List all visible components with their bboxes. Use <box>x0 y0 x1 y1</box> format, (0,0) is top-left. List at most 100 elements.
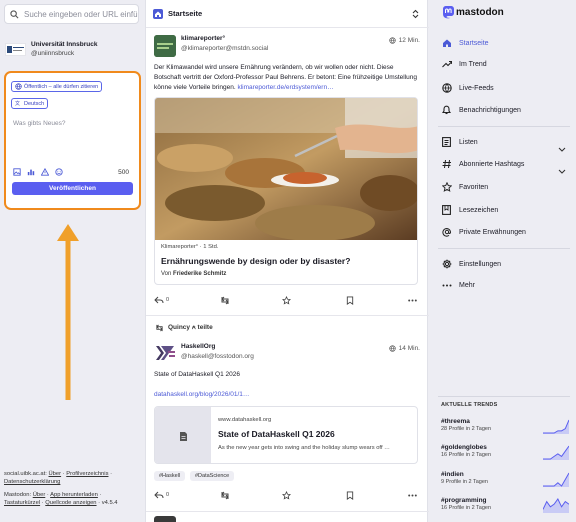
trending-icon <box>442 60 453 68</box>
card-thumbnail <box>155 407 211 463</box>
avatar[interactable] <box>154 35 176 57</box>
at-icon <box>442 227 453 237</box>
nav-favourites[interactable]: Favoriten <box>442 182 488 192</box>
display-name[interactable]: HaskellOrg <box>181 343 215 350</box>
trend-sparkline <box>543 445 569 460</box>
reply-button[interactable]: 0 <box>154 296 169 304</box>
post-actions: 0 <box>154 489 418 501</box>
warning-icon[interactable] <box>41 168 49 176</box>
footer-apps-link[interactable]: App herunterladen <box>50 492 98 498</box>
chevron-down-icon[interactable] <box>558 139 566 157</box>
boost-icon <box>156 324 163 332</box>
trend-item[interactable]: #threema 28 Profile in 2 Tagen <box>441 418 569 434</box>
language-selector[interactable]: 文 Deutsch <box>11 98 49 109</box>
visibility-selector[interactable]: Öffentlich – alle dürfen zitieren <box>11 81 103 92</box>
search-input[interactable]: Suche eingeben oder URL einfü <box>24 10 138 19</box>
mastodon-logo[interactable]: mastodon <box>442 5 504 19</box>
footer-about-link[interactable]: Über <box>49 471 62 477</box>
display-name[interactable]: klimareporter° <box>181 35 225 42</box>
nav-live-feeds[interactable]: Live-Feeds <box>442 83 494 93</box>
footer-version: v4.5.4 <box>101 500 118 506</box>
boosted-by[interactable]: Quincy ⍲ teilte <box>155 324 213 332</box>
avatar[interactable] <box>154 342 176 364</box>
footer-source-link[interactable]: Quellcode anzeigen <box>45 500 96 506</box>
more-button[interactable] <box>408 494 417 497</box>
trend-item[interactable]: #programming 16 Profile in 2 Tagen <box>441 497 569 513</box>
post-timestamp[interactable]: 14 Min. <box>389 345 420 352</box>
column-settings-icon[interactable] <box>412 9 419 19</box>
more-icon <box>442 284 453 287</box>
post-timestamp[interactable]: 12 Min. <box>389 37 420 44</box>
reply-button[interactable]: 0 <box>154 491 169 499</box>
card-image <box>155 98 417 241</box>
emoji-icon[interactable] <box>55 168 63 176</box>
footer-about2-link[interactable]: Über <box>33 492 46 498</box>
more-icon <box>408 494 417 496</box>
link-preview-card[interactable]: www.datahaskell.org State of DataHaskell… <box>154 406 418 464</box>
mastodon-icon <box>443 6 454 19</box>
chevron-down-icon[interactable] <box>558 161 566 179</box>
boost-button[interactable] <box>220 296 230 305</box>
sparkline-area <box>543 446 569 460</box>
current-account[interactable]: Universität Innsbruck @uniinnsbruck <box>5 40 97 58</box>
star-icon <box>282 490 291 500</box>
compose-textarea[interactable]: Was gibts Neues? <box>13 120 66 127</box>
list-icon <box>442 137 453 147</box>
footer-directory-link[interactable]: Profilverzeichnis <box>66 471 108 477</box>
post-link[interactable]: datahaskell.org/blog/2026/01/1… <box>154 390 418 400</box>
trend-item[interactable]: #indien 9 Profile in 2 Tagen <box>441 471 569 487</box>
footer-privacy-link[interactable]: Datenschutzerklärung <box>4 479 60 485</box>
account-handle[interactable]: @haskell@fosstodon.org <box>181 353 254 360</box>
nav-private-mentions[interactable]: Private Erwähnungen <box>442 227 526 237</box>
nav-settings[interactable]: Einstellungen <box>442 259 501 269</box>
link-preview-card[interactable]: Klimareporter° · 1 Std. Ernährungswende … <box>154 97 418 285</box>
nav-more[interactable]: Mehr <box>442 282 475 289</box>
post-link[interactable]: klimareporter.de/erdsystem/ern… <box>237 84 333 91</box>
nav-bookmarks[interactable]: Lesezeichen <box>442 205 498 215</box>
gear-icon <box>442 259 453 269</box>
trends-divider <box>438 396 570 397</box>
column-header[interactable]: Startseite <box>146 0 429 28</box>
nav-lists[interactable]: Listen <box>442 137 478 147</box>
nav-home[interactable]: Startseite <box>442 38 489 48</box>
bookmark-button[interactable] <box>346 295 354 305</box>
trend-item[interactable]: #goldenglobes 16 Profile in 2 Tagen <box>441 444 569 460</box>
footer-shortcuts-link[interactable]: Tastaturkürzel <box>4 500 40 506</box>
image-icon[interactable] <box>13 168 21 176</box>
nav-divider <box>438 126 570 127</box>
nav-trending[interactable]: Im Trend <box>442 60 487 68</box>
publish-button[interactable]: Veröffentlichen <box>12 182 133 195</box>
next-post-avatar[interactable] <box>154 516 176 522</box>
reply-icon <box>154 491 164 499</box>
globe-icon <box>389 345 396 352</box>
footer-mastodon: Mastodon <box>4 492 30 498</box>
post-content: Der Klimawandel wird unsere Ernährung ve… <box>154 64 418 91</box>
account-avatar <box>5 43 26 56</box>
more-button[interactable] <box>408 299 417 302</box>
star-icon <box>442 182 453 192</box>
favourite-button[interactable] <box>282 295 291 305</box>
search-box[interactable]: Suche eingeben oder URL einfü <box>4 4 139 24</box>
account-handle[interactable]: @klimareporter@mstdn.social <box>181 45 268 52</box>
status-post[interactable]: Quincy ⍲ teilte HaskellOrg @haskell@foss… <box>146 317 429 512</box>
visibility-label: Öffentlich – alle dürfen zitieren <box>24 83 99 90</box>
nav-followed-hashtags[interactable]: Abonnierte Hashtags <box>442 159 524 169</box>
hashtag-chip[interactable]: #Haskell <box>154 471 186 481</box>
card-domain: www.datahaskell.org <box>218 417 272 423</box>
globe-icon <box>15 83 22 90</box>
bookmark-button[interactable] <box>346 490 354 500</box>
left-sidebar: Suche eingeben oder URL einfü Universitä… <box>0 0 141 522</box>
document-icon <box>179 431 187 441</box>
boost-button[interactable] <box>220 491 230 500</box>
card-source: Klimareporter° · 1 Std. <box>161 244 219 250</box>
hashtag-icon <box>442 159 453 169</box>
logo-text: mastodon <box>456 6 504 18</box>
home-icon <box>442 38 453 48</box>
hashtag-chip[interactable]: #DataScience <box>190 471 235 481</box>
bell-icon <box>442 105 453 115</box>
status-post[interactable]: klimareporter° @klimareporter@mstdn.soci… <box>146 29 429 316</box>
nav-notifications[interactable]: Benachrichtigungen <box>442 105 521 115</box>
home-column: Startseite klimareporter° @klimareporter… <box>145 0 429 522</box>
favourite-button[interactable] <box>282 490 291 500</box>
poll-icon[interactable] <box>27 168 35 176</box>
